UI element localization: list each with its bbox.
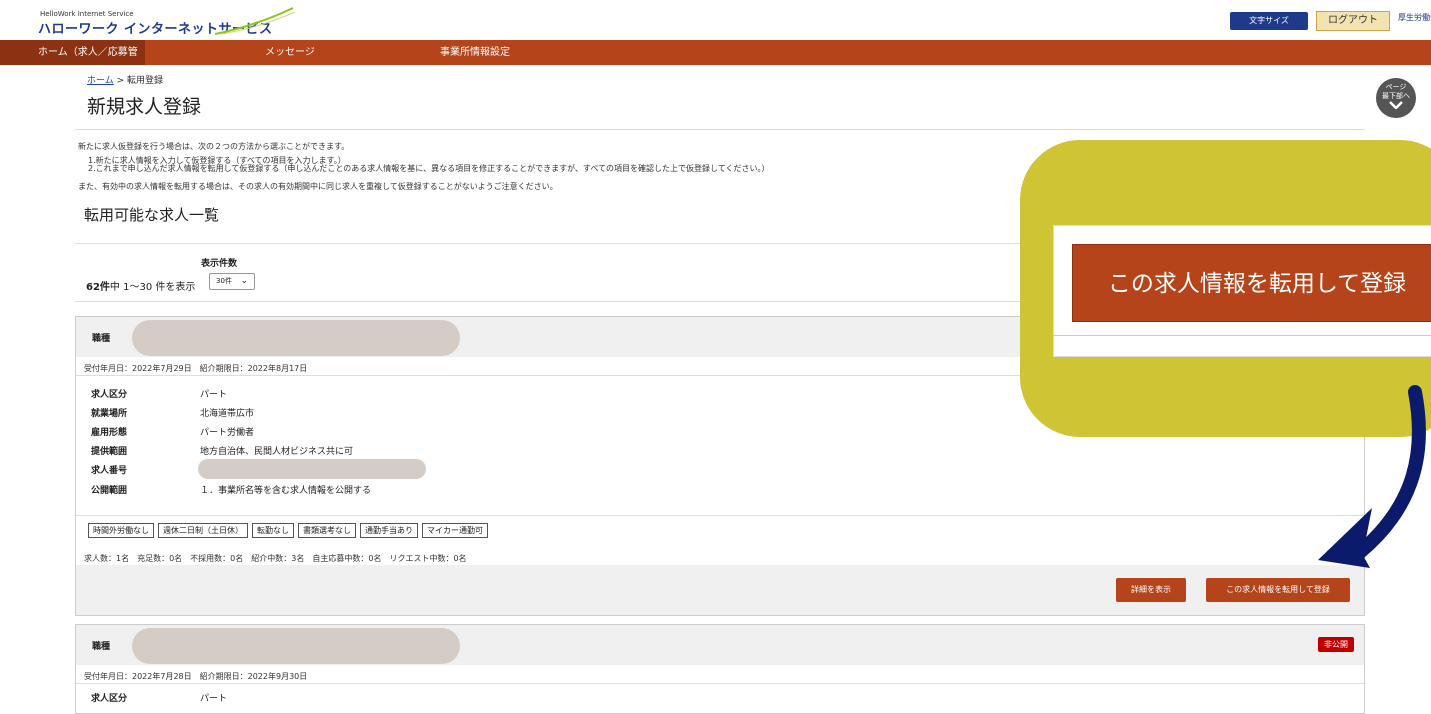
card-actions: 詳細を表示 この求人情報を転用して登録 — [76, 565, 1364, 615]
field-label: 提供範囲 — [91, 447, 128, 457]
breadcrumb: ホーム > 転用登録 — [87, 73, 163, 86]
field-value: 北海道帯広市 — [200, 409, 255, 419]
page-bottom-label-2: 最下部へ — [1382, 92, 1410, 100]
feature-tag: マイカー通勤可 — [422, 523, 488, 538]
feature-tag: 転勤なし — [252, 523, 294, 538]
field-label: 求人区分 — [91, 390, 128, 400]
field-label: 雇用形態 — [91, 428, 128, 438]
feature-tag: 時間外労働なし — [88, 523, 154, 538]
result-total: 62件 — [86, 282, 110, 293]
job-card: 職種 非公開 受付年月日：2022年7月28日 紹介期限日：2022年9月30日… — [75, 624, 1365, 714]
divider — [76, 515, 1364, 516]
card-dates: 受付年月日：2022年7月28日 紹介期限日：2022年9月30日 — [84, 672, 308, 681]
font-size-label: 文字サイズ — [1249, 16, 1289, 25]
field-label: 求人番号 — [91, 466, 128, 476]
chevron-down-icon: ⌄ — [240, 276, 248, 286]
private-badge: 非公開 — [1318, 637, 1354, 652]
field-value: 地方自治体、民間人材ビジネス共に可 — [200, 447, 354, 457]
logout-button[interactable]: ログアウト — [1316, 11, 1390, 31]
breadcrumb-current: 転用登録 — [127, 76, 164, 86]
result-count: 62件中 1～30 件を表示 — [86, 278, 195, 293]
redacted-job-title — [132, 320, 460, 356]
field-label: 求人区分 — [91, 694, 128, 704]
field-value: パート労働者 — [200, 428, 255, 438]
chevron-down-icon — [1389, 101, 1403, 110]
card-dates: 受付年月日：2022年7月29日 紹介期限日：2022年8月17日 — [84, 364, 308, 373]
reuse-job-button[interactable]: この求人情報を転用して登録 — [1206, 578, 1350, 602]
feature-tag: 週休二日制（土日休） — [158, 523, 248, 538]
field-value: パート — [200, 390, 228, 400]
callout-reuse-button[interactable]: この求人情報を転用して登録 — [1072, 244, 1431, 322]
redacted-job-title — [132, 628, 460, 664]
display-count-select[interactable]: 30件 ⌄ — [209, 273, 255, 290]
nav-home[interactable]: ホーム（求人／応募管理） — [0, 40, 145, 83]
section-title: 転用可能な求人一覧 — [84, 206, 220, 224]
card-stats: 求人数：1名 充足数：0名 不採用数：0名 紹介中数：3名 自主応募中数：0名 … — [84, 554, 467, 563]
field-value: パート — [200, 694, 228, 704]
feature-tag: 通勤手当あり — [360, 523, 418, 538]
field-value: １．事業所名等を含む求人情報を公開する — [200, 486, 372, 496]
result-range: 中 1～30 件を表示 — [109, 282, 196, 293]
ministry-logo[interactable]: 厚生労働省 — [1398, 12, 1431, 23]
page-title: 新規求人登録 — [87, 96, 202, 118]
pointer-arrow-icon — [1318, 385, 1426, 568]
divider — [76, 683, 1364, 684]
nav-messages[interactable]: メッセージ — [265, 40, 315, 65]
intro-note: また、有効中の求人情報を転用する場合は、その求人の有効期間中に同じ求人を重複して… — [78, 182, 558, 191]
nav-office-settings[interactable]: 事業所情報設定 — [440, 40, 510, 65]
display-count-value: 30件 — [216, 277, 232, 285]
font-size-button[interactable]: 文字サイズ — [1230, 12, 1308, 30]
redacted-job-number — [198, 459, 426, 479]
divider — [75, 129, 1365, 130]
job-type-label: 職種 — [92, 334, 111, 344]
field-label: 就業場所 — [91, 409, 128, 419]
breadcrumb-separator: > — [116, 76, 125, 86]
card-header: 職種 非公開 — [76, 625, 1364, 665]
page-bottom-button[interactable]: ページ 最下部へ — [1376, 78, 1416, 118]
field-label: 公開範囲 — [91, 486, 128, 496]
breadcrumb-home-link[interactable]: ホーム — [87, 76, 114, 86]
job-type-label: 職種 — [92, 642, 111, 652]
intro-option-2: 2.これまで申し込んだ求人情報を転用して仮登録する（申し込んだことのある求人情報… — [88, 164, 770, 173]
detail-button[interactable]: 詳細を表示 — [1116, 578, 1186, 602]
service-subtitle: HelloWork Internet Service — [40, 10, 134, 18]
feature-tags: 時間外労働なし 週休二日制（土日休） 転勤なし 書類選考なし 通勤手当あり マイ… — [88, 523, 488, 538]
page-bottom-label-1: ページ — [1385, 83, 1407, 91]
feature-tag: 書類選考なし — [298, 523, 356, 538]
display-count-label: 表示件数 — [201, 259, 238, 269]
logo-swoosh-icon — [215, 7, 295, 35]
divider — [1053, 335, 1431, 336]
intro-text: 新たに求人仮登録を行う場合は、次の２つの方法から選ぶことができます。 — [78, 142, 350, 151]
main-nav: ホーム（求人／応募管理） メッセージ 事業所情報設定 — [0, 40, 1431, 83]
